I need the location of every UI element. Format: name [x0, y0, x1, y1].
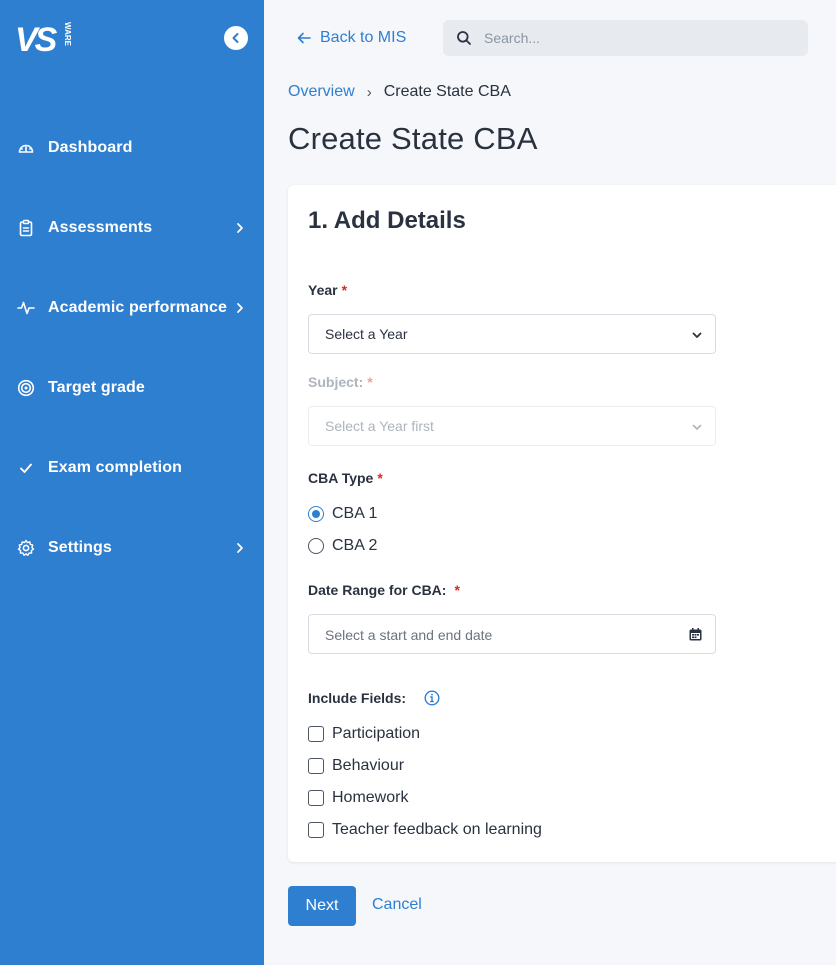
- sidebar-item-label: Target grade: [48, 379, 145, 396]
- date-range-input[interactable]: Select a start and end date: [308, 614, 716, 654]
- next-button[interactable]: Next: [288, 886, 356, 926]
- section-title: 1. Add Details: [308, 207, 466, 234]
- search-input[interactable]: [484, 28, 784, 48]
- clipboard-icon: [17, 219, 35, 237]
- participation-label: Participation: [332, 725, 421, 742]
- breadcrumb: Overview › Create State CBA: [288, 83, 511, 101]
- vsware-logo[interactable]: VS WARE: [15, 18, 73, 59]
- homework-checkbox[interactable]: [308, 790, 324, 806]
- date-range-placeholder: Select a start and end date: [325, 627, 493, 643]
- year-select[interactable]: Select a Year: [308, 314, 716, 354]
- search-bar: [443, 20, 808, 56]
- arrow-left-icon: [297, 32, 311, 44]
- date-range-label: Date Range for CBA: *: [308, 582, 460, 598]
- chevron-right-icon: [237, 223, 243, 233]
- behaviour-checkbox-option[interactable]: Behaviour: [308, 756, 404, 776]
- cba-1-radio[interactable]: [308, 506, 324, 522]
- svg-text:WARE: WARE: [63, 22, 72, 47]
- behaviour-checkbox[interactable]: [308, 758, 324, 774]
- sidebar-item-dashboard[interactable]: Dashboard: [0, 126, 264, 170]
- sidebar-item-target-grade[interactable]: Target grade: [0, 366, 264, 410]
- required-asterisk: *: [341, 282, 348, 298]
- sidebar-item-label: Settings: [48, 539, 112, 556]
- breadcrumb-separator: ›: [366, 83, 372, 101]
- sidebar-item-label: Exam completion: [48, 459, 182, 476]
- include-fields-label-text: Include Fields:: [308, 690, 407, 706]
- breadcrumb-overview[interactable]: Overview: [288, 83, 355, 101]
- sidebar-item-assessments[interactable]: Assessments: [0, 206, 264, 250]
- breadcrumb-current: Create State CBA: [383, 83, 511, 100]
- cba-2-radio-option[interactable]: CBA 2: [308, 536, 377, 556]
- date-range-label-text: Date Range for CBA:: [308, 582, 447, 598]
- cba-1-radio-option[interactable]: CBA 1: [308, 504, 377, 524]
- cba-2-label: CBA 2: [332, 537, 378, 554]
- include-fields-label: Include Fields:: [308, 690, 440, 706]
- participation-checkbox-option[interactable]: Participation: [308, 724, 420, 744]
- cba-type-label-text: CBA Type: [308, 470, 374, 486]
- target-icon: [17, 379, 35, 397]
- sidebar-item-label: Assessments: [48, 219, 153, 236]
- cba-2-radio[interactable]: [308, 538, 324, 554]
- behaviour-label: Behaviour: [332, 757, 405, 774]
- sidebar-item-exam-completion[interactable]: Exam completion: [0, 446, 264, 490]
- sidebar-item-academic-performance[interactable]: Academic performance: [0, 286, 264, 330]
- chevron-right-icon: [237, 303, 243, 313]
- year-label-text: Year: [308, 282, 338, 298]
- subject-select[interactable]: Select a Year first: [308, 406, 716, 446]
- homework-label: Homework: [332, 789, 409, 806]
- subject-select-value: Select a Year first: [325, 418, 434, 434]
- back-to-mis-link[interactable]: Back to MIS: [296, 28, 406, 48]
- year-label: Year *: [308, 282, 347, 298]
- details-card: 1. Add Details Year * Select a Year Subje…: [288, 185, 836, 862]
- required-asterisk: *: [454, 582, 460, 598]
- year-select-value: Select a Year: [325, 326, 408, 342]
- sidebar: VS WARE Dashboard Assessments Academic p…: [0, 0, 264, 965]
- calendar-icon: [689, 628, 702, 641]
- collapse-sidebar-button[interactable]: [224, 26, 248, 50]
- cancel-button[interactable]: Cancel: [372, 896, 422, 914]
- sidebar-item-settings[interactable]: Settings: [0, 526, 264, 570]
- activity-icon: [17, 299, 35, 317]
- required-asterisk: *: [367, 374, 373, 390]
- homework-checkbox-option[interactable]: Homework: [308, 788, 408, 808]
- back-link-label: Back to MIS: [320, 29, 407, 46]
- page-title: Create State CBA: [288, 121, 538, 156]
- chevron-down-icon: [692, 424, 702, 430]
- search-icon: [457, 31, 471, 45]
- participation-checkbox[interactable]: [308, 726, 324, 742]
- chevron-right-icon: [237, 543, 243, 553]
- gear-icon: [17, 539, 35, 557]
- info-icon[interactable]: [424, 690, 440, 706]
- subject-label: Subject: *: [308, 374, 373, 390]
- sidebar-item-label: Dashboard: [48, 139, 133, 156]
- svg-text:VS: VS: [15, 21, 58, 58]
- sidebar-item-label: Academic performance: [48, 299, 227, 316]
- check-icon: [17, 459, 35, 477]
- chevron-down-icon: [692, 332, 702, 338]
- gauge-icon: [17, 139, 35, 157]
- teacher-feedback-checkbox[interactable]: [308, 822, 324, 838]
- cba-type-label: CBA Type *: [308, 470, 383, 486]
- teacher-feedback-label: Teacher feedback on learning: [332, 821, 542, 838]
- cba-1-label: CBA 1: [332, 505, 378, 522]
- teacher-feedback-checkbox-option[interactable]: Teacher feedback on learning: [308, 820, 542, 840]
- subject-label-text: Subject:: [308, 374, 364, 390]
- chevron-left-icon: [232, 33, 239, 43]
- required-asterisk: *: [377, 470, 383, 486]
